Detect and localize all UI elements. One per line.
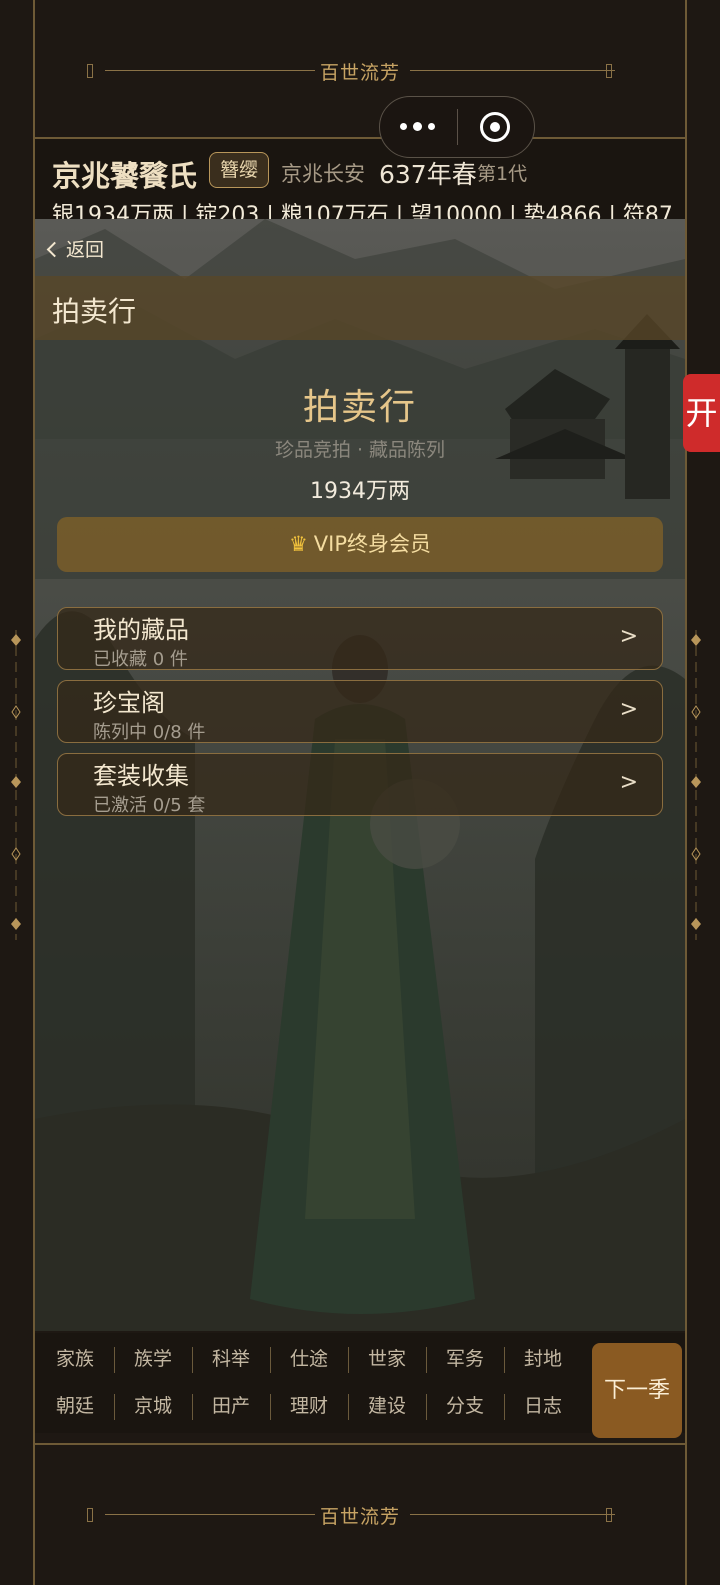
- miniprogram-capsule: [379, 96, 535, 158]
- card-desc: 已收藏 0 件: [93, 649, 188, 670]
- card-name: 套装收集: [93, 762, 189, 790]
- back-button[interactable]: 返回: [46, 235, 105, 262]
- capsule-divider: [457, 109, 458, 145]
- chevron-left-icon: [46, 241, 63, 258]
- nav-item-court[interactable]: 朝廷: [36, 1391, 114, 1418]
- nav-item-clans[interactable]: 世家: [348, 1344, 426, 1371]
- nav-item-capital[interactable]: 京城: [114, 1391, 192, 1418]
- card-name: 我的藏品: [93, 616, 189, 644]
- banner-end-right: [606, 64, 612, 78]
- nav-item-clan-school[interactable]: 族学: [114, 1344, 192, 1371]
- nav-item-exam[interactable]: 科举: [192, 1344, 270, 1371]
- next-season-button[interactable]: 下一季: [592, 1343, 682, 1438]
- right-side-ornament: [691, 630, 701, 940]
- nav-item-military[interactable]: 军务: [426, 1344, 504, 1371]
- chevron-right-icon: >: [619, 624, 638, 649]
- status-header: 京兆饕餮氏 簪缨 京兆长安 637年春 第1代 银1934万两 | 锭203 |…: [35, 137, 685, 228]
- nav-item-branch[interactable]: 分支: [426, 1391, 504, 1418]
- chevron-right-icon: >: [619, 697, 638, 722]
- hero-subtitle: 珍品竞拍 · 藏品陈列: [274, 439, 446, 461]
- hero-title: 拍卖行: [302, 387, 417, 428]
- page-title-bar: 拍卖行: [35, 276, 685, 340]
- card-name: 珍宝阁: [93, 689, 165, 717]
- side-open-tab[interactable]: 开: [683, 374, 720, 452]
- nav-item-finance[interactable]: 理财: [270, 1391, 348, 1418]
- banner-title: 百世流芳: [319, 62, 400, 84]
- nav-bottom-border: [35, 1443, 685, 1445]
- nav-item-family[interactable]: 家族: [36, 1344, 114, 1371]
- nav-item-construction[interactable]: 建设: [348, 1391, 426, 1418]
- banner-end-right: [606, 1508, 612, 1522]
- more-dots-icon[interactable]: [400, 117, 440, 137]
- bottom-nav: 家族 族学 科举 仕途 世家 军务 封地 朝廷 京城 田产 理财 建设 分支 日…: [35, 1333, 685, 1433]
- auction-scene: 返回 拍卖行 拍卖行 珍品竞拍 · 藏品陈列 1934万两 ♛ VIP终身会员 我…: [35, 219, 685, 1331]
- top-banner: 百世流芳: [35, 50, 685, 90]
- vip-member-button[interactable]: ♛ VIP终身会员: [57, 517, 663, 572]
- banner-title: 百世流芳: [319, 1506, 400, 1528]
- target-circle-icon[interactable]: [480, 112, 510, 142]
- card-treasure-pavilion[interactable]: 珍宝阁 陈列中 0/8 件 >: [57, 680, 663, 743]
- card-set-collection[interactable]: 套装收集 已激活 0/5 套 >: [57, 753, 663, 816]
- title-badge: 簪缨: [209, 152, 269, 188]
- generation-label: 第1代: [477, 163, 528, 185]
- bottom-banner: 百世流芳: [35, 1494, 685, 1534]
- family-name: 京兆饕餮氏: [52, 159, 198, 193]
- back-label: 返回: [66, 239, 105, 261]
- chevron-right-icon: >: [619, 770, 638, 795]
- card-my-collection[interactable]: 我的藏品 已收藏 0 件 >: [57, 607, 663, 670]
- frame-right-border: [685, 0, 687, 1585]
- location-label: 京兆长安: [281, 162, 365, 186]
- page-title: 拍卖行: [52, 295, 137, 328]
- nav-item-fief[interactable]: 封地: [504, 1344, 582, 1371]
- crown-icon: ♛: [288, 532, 308, 556]
- nav-item-farmland[interactable]: 田产: [192, 1391, 270, 1418]
- vip-label: VIP终身会员: [313, 532, 432, 556]
- hero-money: 1934万两: [310, 479, 410, 504]
- banner-line-right: [410, 70, 615, 71]
- card-desc: 已激活 0/5 套: [93, 795, 206, 816]
- banner-line-right: [410, 1514, 615, 1515]
- card-desc: 陈列中 0/8 件: [93, 722, 206, 743]
- side-tab-label: 开: [685, 394, 718, 432]
- nav-item-log[interactable]: 日志: [504, 1391, 582, 1418]
- year-label: 637年春: [379, 160, 477, 189]
- nav-item-career[interactable]: 仕途: [270, 1344, 348, 1371]
- left-side-ornament: [11, 630, 21, 940]
